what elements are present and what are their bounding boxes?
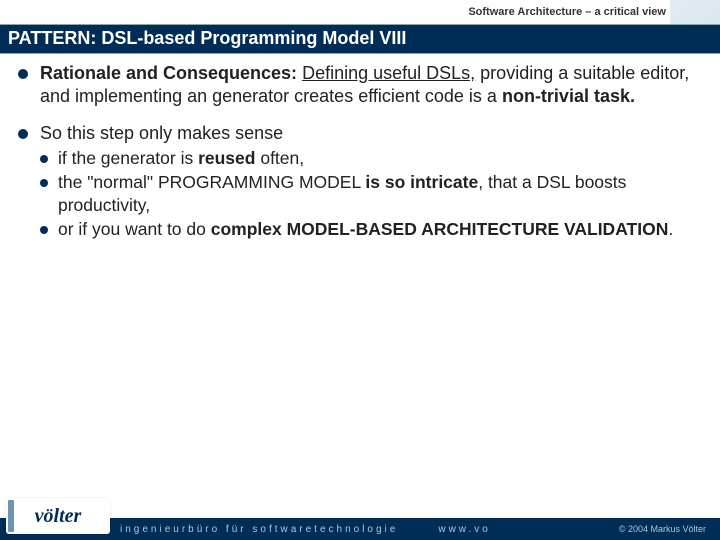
header-subtitle: Software Architecture – a critical view (468, 6, 666, 18)
footer-copyright: © 2004 Markus Völter (619, 524, 706, 534)
logo: völter (6, 498, 110, 534)
sub-item-2-text: the "normal" PROGRAMMING MODEL is so int… (58, 171, 690, 216)
logo-accent (8, 500, 14, 532)
bullet-2-lead: So this step only makes sense (40, 123, 283, 143)
sub-item-1-text: if the generator is reused often, (58, 147, 690, 169)
bullet-dot-icon (18, 129, 28, 139)
sub-item-1: if the generator is reused often, (40, 147, 690, 169)
sub-item-2: the "normal" PROGRAMMING MODEL is so int… (40, 171, 690, 216)
bullet-2: So this step only makes sense if the gen… (18, 122, 690, 243)
bullet-dot-icon (18, 69, 28, 79)
bullet-dot-icon (40, 226, 48, 234)
sub-list: if the generator is reused often, the "n… (40, 147, 690, 241)
logo-text: völter (35, 505, 82, 528)
bullet-dot-icon (40, 155, 48, 163)
sub-item-3-text: or if you want to do complex MODEL-BASED… (58, 218, 690, 240)
bullet-dot-icon (40, 179, 48, 187)
bullet-1-text: Rationale and Consequences: Defining use… (40, 62, 690, 108)
footer-tagline: ingenieurbüro für softwaretechnologie (120, 524, 398, 535)
slide-title: PATTERN: DSL-based Programming Model VII… (0, 25, 720, 52)
bullet-1: Rationale and Consequences: Defining use… (18, 62, 690, 108)
content-area: Rationale and Consequences: Defining use… (18, 62, 690, 245)
bullet-2-text: So this step only makes sense if the gen… (40, 122, 690, 243)
sub-item-3: or if you want to do complex MODEL-BASED… (40, 218, 690, 240)
footer-url: www.vo (438, 524, 490, 535)
title-bar: PATTERN: DSL-based Programming Model VII… (0, 24, 720, 54)
